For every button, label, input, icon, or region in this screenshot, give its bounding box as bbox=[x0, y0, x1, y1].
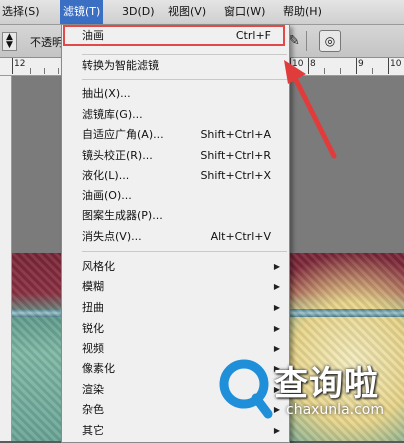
menu-item-label: 视频 bbox=[82, 342, 104, 355]
submenu-arrow-icon: ▶ bbox=[273, 282, 280, 291]
menu-item-shortcut: Shift+Ctrl+A bbox=[200, 128, 271, 141]
menu-3d[interactable]: 3D(D) bbox=[122, 0, 155, 24]
menu-item-convert-smart-filter[interactable]: 转换为智能滤镜 bbox=[62, 56, 289, 75]
ruler-tick bbox=[356, 58, 357, 74]
menu-item-label: 转换为智能滤镜 bbox=[82, 59, 159, 72]
menu-item-shortcut: Ctrl+F bbox=[235, 29, 271, 42]
menu-item-label: 液化(L)... bbox=[82, 169, 130, 182]
spinner-arrows-icon[interactable]: ▲ ▼ bbox=[2, 32, 17, 51]
menu-item-label: 图案生成器(P)... bbox=[82, 209, 163, 222]
menu-item-label: 其它 bbox=[82, 424, 104, 437]
menu-item-label: 模糊 bbox=[82, 280, 104, 293]
menu-item-stylize[interactable]: 风格化 ▶ bbox=[62, 257, 289, 276]
menu-item-adaptive-wide-angle[interactable]: 自适应广角(A)... Shift+Ctrl+A bbox=[62, 125, 289, 144]
submenu-arrow-icon: ▶ bbox=[273, 262, 280, 271]
menu-item-lens-correction[interactable]: 镜头校正(R)... Shift+Ctrl+R bbox=[62, 146, 289, 165]
menu-item-shortcut: Shift+Ctrl+X bbox=[200, 169, 271, 182]
magnifier-logo-icon bbox=[219, 359, 273, 419]
menu-item-shortcut: Shift+Ctrl+R bbox=[200, 149, 271, 162]
ruler-tick bbox=[12, 58, 13, 74]
menu-item-last-filter[interactable]: 油画 Ctrl+F bbox=[62, 26, 289, 45]
menu-item-blur[interactable]: 模糊 ▶ bbox=[62, 277, 289, 296]
menu-item-label: 自适应广角(A)... bbox=[82, 128, 164, 141]
red-arrow-icon bbox=[284, 60, 337, 159]
menu-item-extract[interactable]: 抽出(X)... bbox=[62, 84, 289, 103]
menu-item-vanishing-point[interactable]: 消失点(V)... Alt+Ctrl+V bbox=[62, 227, 289, 246]
menu-item-label: 消失点(V)... bbox=[82, 230, 142, 243]
menu-view[interactable]: 视图(V) bbox=[168, 0, 206, 24]
menu-select[interactable]: 选择(S) bbox=[2, 0, 40, 24]
menu-item-label: 锐化 bbox=[82, 322, 104, 335]
menu-window[interactable]: 窗口(W) bbox=[224, 0, 265, 24]
submenu-arrow-icon: ▶ bbox=[273, 324, 280, 333]
menu-item-liquify[interactable]: 液化(L)... Shift+Ctrl+X bbox=[62, 166, 289, 185]
watermark-domain: chaxunla.com bbox=[286, 402, 384, 418]
toolbar-divider bbox=[306, 31, 307, 51]
ruler-tick bbox=[388, 58, 389, 74]
tablet-pressure-icon[interactable]: ◎ bbox=[319, 30, 341, 52]
menu-item-shortcut: Alt+Ctrl+V bbox=[210, 230, 271, 243]
vertical-ruler bbox=[0, 76, 12, 441]
menu-item-oil-paint[interactable]: 油画(O)... bbox=[62, 186, 289, 205]
menu-item-label: 杂色 bbox=[82, 403, 104, 416]
menu-item-label: 滤镜库(G)... bbox=[82, 108, 143, 121]
submenu-arrow-icon: ▶ bbox=[273, 303, 280, 312]
menu-item-filter-gallery[interactable]: 滤镜库(G)... bbox=[62, 105, 289, 124]
menu-item-pattern-maker[interactable]: 图案生成器(P)... bbox=[62, 206, 289, 225]
menu-separator bbox=[82, 54, 287, 55]
menu-item-label: 镜头校正(R)... bbox=[82, 149, 153, 162]
ruler-number: 12 bbox=[14, 59, 26, 69]
opacity-label: 不透明 bbox=[30, 36, 63, 49]
menu-item-label: 风格化 bbox=[82, 260, 115, 273]
menu-filter[interactable]: 滤镜(T) bbox=[60, 0, 104, 24]
ruler-tick bbox=[58, 68, 59, 74]
watermark: 查询啦 chaxunla.com bbox=[214, 352, 400, 438]
ruler-tick bbox=[44, 68, 45, 74]
menu-separator bbox=[82, 79, 287, 80]
menu-separator bbox=[82, 251, 287, 252]
menu-item-label: 扭曲 bbox=[82, 301, 104, 314]
menu-item-label: 像素化 bbox=[82, 362, 115, 375]
menubar: 选择(S) 滤镜(T) 3D(D) 视图(V) 窗口(W) 帮助(H) bbox=[0, 0, 404, 25]
ruler-number: 10 bbox=[390, 59, 402, 69]
watermark-chinese: 查询啦 bbox=[274, 364, 379, 404]
menu-item-label: 渲染 bbox=[82, 383, 104, 396]
ruler-tick bbox=[30, 68, 31, 74]
ruler-tick bbox=[372, 68, 373, 74]
menu-item-label: 油画 bbox=[82, 29, 104, 42]
menu-help[interactable]: 帮助(H) bbox=[283, 0, 322, 24]
menu-item-distort[interactable]: 扭曲 ▶ bbox=[62, 298, 289, 317]
menu-item-label: 油画(O)... bbox=[82, 189, 132, 202]
menu-item-sharpen[interactable]: 锐化 ▶ bbox=[62, 319, 289, 338]
ruler-number: 9 bbox=[358, 59, 364, 69]
menu-item-label: 抽出(X)... bbox=[82, 87, 131, 100]
